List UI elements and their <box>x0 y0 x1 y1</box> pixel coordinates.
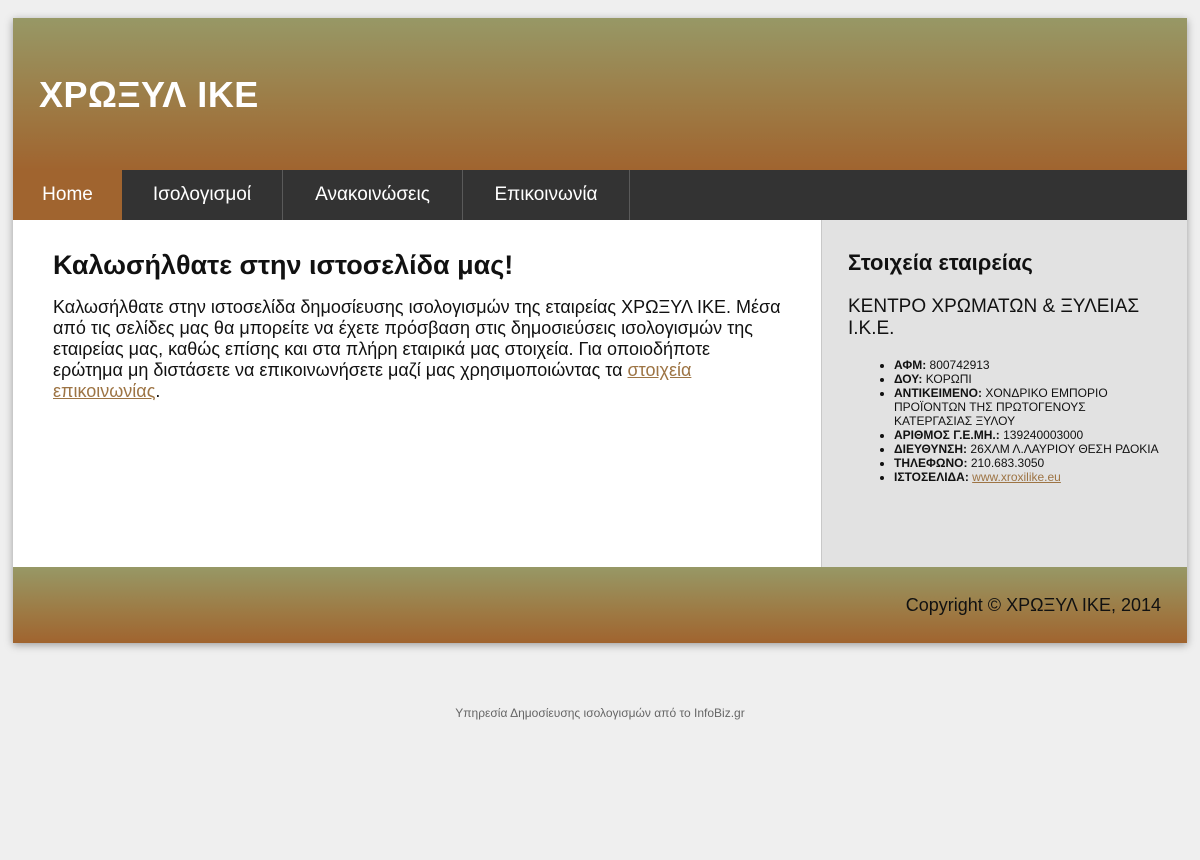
main-content: Καλωσήλθατε στην ιστοσελίδα μας! Καλωσήλ… <box>13 220 822 567</box>
content-area: Καλωσήλθατε στην ιστοσελίδα μας! Καλωσήλ… <box>13 220 1187 567</box>
detail-activity: ΑΝΤΙΚΕΙΜΕΝΟ: ΧΟΝΔΡΙΚΟ ΕΜΠΟΡΙΟ ΠΡΟΪΟΝΤΩΝ … <box>894 386 1161 428</box>
site-container: ΧΡΩΞΥΛ ΙΚΕ Home Ισολογισμοί Ανακοινώσεις… <box>13 18 1187 643</box>
detail-value: 139240003000 <box>1003 428 1084 442</box>
company-name: ΚΕΝΤΡΟ ΧΡΩΜΑΤΩΝ & ΞΥΛΕΙΑΣ Ι.Κ.Ε. <box>848 296 1140 339</box>
main-nav: Home Ισολογισμοί Ανακοινώσεις Επικοινωνί… <box>13 170 1187 220</box>
infobiz-credit[interactable]: Υπηρεσία Δημοσίευσης ισολογισμών από το … <box>0 706 1200 720</box>
detail-label: ΔΙΕΥΘΥΝΣΗ: <box>894 442 968 456</box>
detail-value: 800742913 <box>929 358 990 372</box>
sidebar-title: Στοιχεία εταιρείας <box>848 250 1033 275</box>
header: ΧΡΩΞΥΛ ΙΚΕ <box>13 18 1187 170</box>
detail-value: 210.683.3050 <box>970 456 1045 470</box>
website-link[interactable]: www.xroxilike.eu <box>972 470 1061 484</box>
footer: Copyright © ΧΡΩΞΥΛ ΙΚΕ, 2014 <box>13 567 1187 643</box>
detail-phone: ΤΗΛΕΦΩΝΟ: 210.683.3050 <box>894 456 1161 470</box>
detail-website: ΙΣΤΟΣΕΛΙΔΑ: www.xroxilike.eu <box>894 470 1161 484</box>
site-logo[interactable]: ΧΡΩΞΥΛ ΙΚΕ <box>39 74 259 116</box>
detail-label: ΑΝΤΙΚΕΙΜΕΝΟ: <box>894 386 982 400</box>
detail-label: ΔΟΥ: <box>894 372 923 386</box>
detail-afm: ΑΦΜ: 800742913 <box>894 358 1161 372</box>
detail-label: ΤΗΛΕΦΩΝΟ: <box>894 456 968 470</box>
nav-home[interactable]: Home <box>13 170 122 220</box>
nav-contact[interactable]: Επικοινωνία <box>463 170 630 220</box>
company-details-list: ΑΦΜ: 800742913 ΔΟΥ: ΚΟΡΩΠΙ ΑΝΤΙΚΕΙΜΕΝΟ: … <box>848 358 1161 484</box>
company-sidebar: Στοιχεία εταιρείας ΚΕΝΤΡΟ ΧΡΩΜΑΤΩΝ & ΞΥΛ… <box>822 220 1187 567</box>
detail-address: ΔΙΕΥΘΥΝΣΗ: 26ΧΛΜ Λ.ΛΑΥΡΙΟΥ ΘΕΣΗ ΡΔΟΚΙΑ <box>894 442 1161 456</box>
detail-value: 26ΧΛΜ Λ.ΛΑΥΡΙΟΥ ΘΕΣΗ ΡΔΟΚΙΑ <box>970 442 1159 456</box>
welcome-text-end: . <box>155 381 161 401</box>
welcome-text: Καλωσήλθατε στην ιστοσελίδα δημοσίευσης … <box>53 297 781 402</box>
detail-value: ΚΟΡΩΠΙ <box>925 372 972 386</box>
detail-doy: ΔΟΥ: ΚΟΡΩΠΙ <box>894 372 1161 386</box>
copyright-text: Copyright © ΧΡΩΞΥΛ ΙΚΕ, 2014 <box>905 595 1161 615</box>
nav-balance-sheets[interactable]: Ισολογισμοί <box>122 170 283 220</box>
detail-gemi: ΑΡΙΘΜΟΣ Γ.Ε.ΜΗ.: 139240003000 <box>894 428 1161 442</box>
detail-label: ΑΦΜ: <box>894 358 927 372</box>
page-title: Καλωσήλθατε στην ιστοσελίδα μας! <box>53 250 514 280</box>
detail-label: ΑΡΙΘΜΟΣ Γ.Ε.ΜΗ.: <box>894 428 1000 442</box>
nav-announcements[interactable]: Ανακοινώσεις <box>283 170 463 220</box>
detail-label: ΙΣΤΟΣΕΛΙΔΑ: <box>894 470 969 484</box>
